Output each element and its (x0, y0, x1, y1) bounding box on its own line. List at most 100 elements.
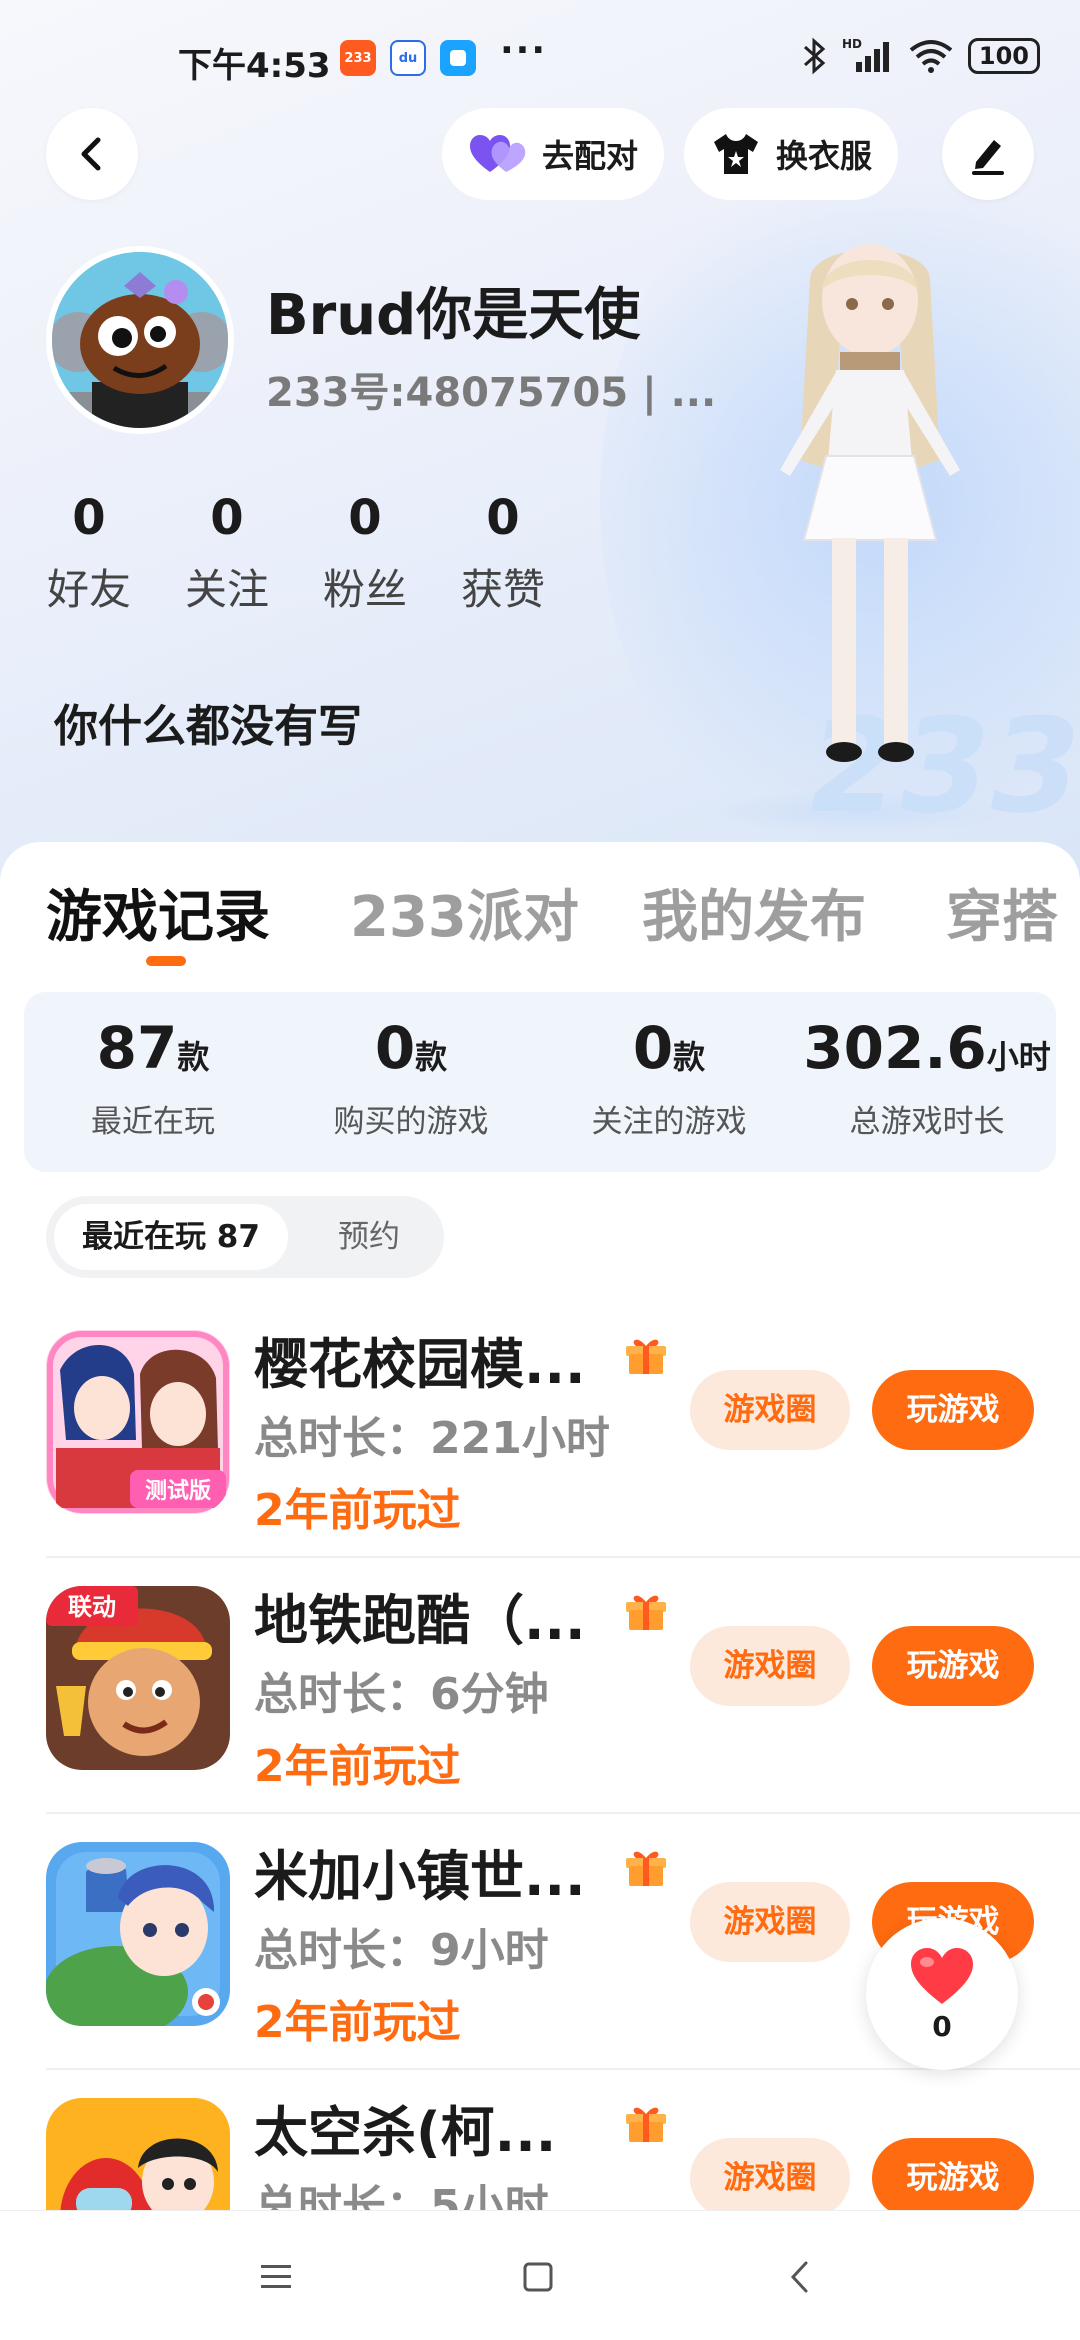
game-name: 地铁跑酷（... (254, 1589, 586, 1652)
game-circle-button[interactable]: 游戏圈 (690, 2138, 850, 2218)
game-name: 太空杀(柯... (254, 2101, 557, 2164)
game-circle-button[interactable]: 游戏圈 (690, 1882, 850, 1962)
pen-icon (972, 140, 1004, 175)
stat-label: 关注 (184, 565, 269, 614)
tab-outfits[interactable]: 穿搭 (946, 872, 1058, 953)
stat-value: 0 (72, 490, 106, 546)
game-circle-button[interactable]: 游戏圈 (690, 1626, 850, 1706)
game-last-played: 2年前玩过 (254, 1997, 461, 2048)
stat-label: 获赞 (460, 565, 545, 614)
summary-value: 302.6 (803, 1014, 987, 1082)
back-button[interactable] (46, 108, 138, 200)
match-button[interactable]: 去配对 (442, 108, 665, 200)
svg-text:HD: HD (842, 37, 862, 51)
summary-unit: 款 (415, 1038, 448, 1076)
stat-value: 0 (348, 490, 382, 546)
game-last-played: 2年前玩过 (254, 1485, 461, 1536)
summary-label: 购买的游戏 (333, 1104, 489, 1140)
battery-indicator: 100 (967, 38, 1040, 74)
game-circle-button[interactable]: 游戏圈 (690, 1370, 850, 1450)
stat-following[interactable]: 0 关注 (172, 490, 282, 617)
avatar[interactable] (46, 246, 234, 434)
avatar-3d-character[interactable] (740, 220, 1000, 820)
hearts-icon (470, 135, 526, 172)
wifi-icon (909, 40, 953, 73)
stat-friends[interactable]: 0 好友 (34, 490, 144, 617)
summary-value: 87 (96, 1014, 178, 1082)
game-row[interactable]: 测试版 樱花校园模... 总时长：221小时 2年前玩过 游戏圈 玩游戏 (0, 1302, 1080, 1558)
edit-profile-button[interactable] (942, 108, 1034, 200)
chevron-left-icon (790, 2261, 808, 2293)
game-duration: 总时长：9小时 (254, 1925, 549, 1976)
summary-label: 总游戏时长 (849, 1104, 1005, 1140)
game-summary-card: 87款 最近在玩 0款 购买的游戏 0款 关注的游戏 302.6小时 总游戏时长 (24, 992, 1056, 1172)
game-name: 米加小镇世... (254, 1845, 586, 1908)
summary-label: 关注的游戏 (591, 1104, 747, 1140)
game-icon-badge: 联动 (68, 1593, 116, 1621)
like-count: 0 (932, 2010, 952, 2043)
back-nav-button[interactable] (770, 2247, 830, 2307)
summary-followed[interactable]: 0款 关注的游戏 (540, 992, 798, 1141)
game-icon-subway: 联动 (46, 1586, 230, 1770)
game-icon-sakura: 测试版 (46, 1330, 230, 1514)
system-icons: HD 100 (802, 36, 1040, 76)
system-navigation-bar (0, 2210, 1080, 2340)
bluetooth-icon (803, 37, 826, 75)
play-game-button[interactable]: 玩游戏 (872, 1370, 1034, 1450)
gift-icon[interactable] (622, 1332, 670, 1376)
profile-tabs: 游戏记录 233派对 我的发布 穿搭 (0, 872, 1080, 952)
menu-icon (261, 2265, 291, 2288)
tab-233-party[interactable]: 233派对 (350, 872, 579, 953)
gift-icon[interactable] (622, 1588, 670, 1632)
active-tab-indicator (146, 956, 186, 966)
stat-value: 0 (486, 490, 520, 546)
filter-reserve[interactable]: 预约 (338, 1204, 400, 1270)
username: Brud你是天使 (266, 283, 641, 348)
chevron-left-icon (81, 137, 101, 171)
recent-apps-button[interactable] (246, 2247, 306, 2307)
baidu-icon: du (390, 40, 426, 76)
change-outfit-button[interactable]: 换衣服 (684, 108, 899, 200)
stat-label: 粉丝 (322, 565, 407, 614)
stat-fans[interactable]: 0 粉丝 (310, 490, 420, 617)
tab-my-posts[interactable]: 我的发布 (642, 872, 866, 953)
filter-recent[interactable]: 最近在玩 87 (54, 1204, 288, 1270)
status-time: 下午4:53 (178, 46, 331, 86)
tab-game-records[interactable]: 游戏记录 (46, 872, 270, 953)
more-notifications-icon: ··· (500, 30, 548, 71)
summary-label: 最近在玩 (91, 1104, 215, 1140)
square-icon (523, 2262, 553, 2292)
game-duration: 总时长：6分钟 (254, 1669, 549, 1720)
signal-icon: HD (842, 37, 889, 72)
play-game-button[interactable]: 玩游戏 (872, 1626, 1034, 1706)
gift-icon[interactable] (622, 1844, 670, 1888)
game-name: 樱花校园模... (254, 1333, 586, 1396)
stat-label: 好友 (46, 565, 131, 614)
summary-unit: 小时 (986, 1038, 1051, 1076)
summary-total-time[interactable]: 302.6小时 总游戏时长 (798, 992, 1056, 1141)
summary-recent[interactable]: 87款 最近在玩 (24, 992, 282, 1141)
summary-purchased[interactable]: 0款 购买的游戏 (282, 992, 540, 1141)
game-last-played: 2年前玩过 (254, 1741, 461, 1792)
summary-unit: 款 (673, 1038, 706, 1076)
avatar-image (52, 252, 228, 428)
game-filter-toggle: 最近在玩 87 预约 (46, 1196, 444, 1278)
summary-value: 0 (632, 1014, 674, 1082)
profile-bio: 你什么都没有写 (54, 701, 362, 752)
app-233-icon: 233 (340, 40, 376, 76)
stat-likes[interactable]: 0 获赞 (448, 490, 558, 617)
play-game-button[interactable]: 玩游戏 (872, 2138, 1034, 2218)
home-button[interactable] (508, 2247, 568, 2307)
user-id[interactable]: 233号:48075705 | ... (266, 360, 716, 418)
like-button[interactable]: 0 (866, 1918, 1018, 2070)
gift-icon[interactable] (622, 2100, 670, 2144)
summary-unit: 款 (177, 1038, 210, 1076)
game-duration: 总时长：221小时 (254, 1413, 610, 1464)
game-icon-miga-town (46, 1842, 230, 2026)
chat-app-icon (440, 40, 476, 76)
notification-icons: 233 du (340, 40, 476, 76)
game-row[interactable]: 联动 地铁跑酷（... 总时长：6分钟 2年前玩过 游戏圈 玩游戏 (0, 1558, 1080, 1814)
tshirt-icon (714, 134, 758, 174)
match-label: 去配对 (542, 137, 639, 175)
summary-value: 0 (374, 1014, 416, 1082)
